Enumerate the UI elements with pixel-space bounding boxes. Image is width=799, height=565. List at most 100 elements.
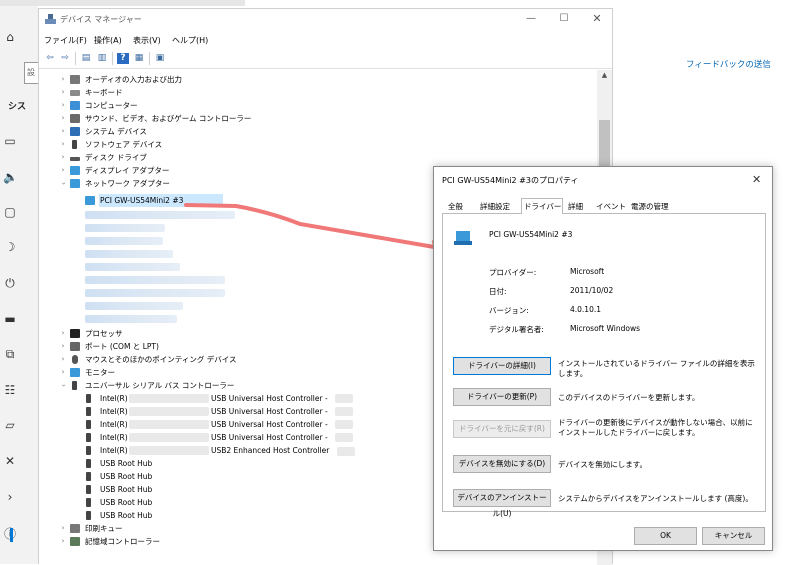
settings-search-input[interactable]: 設 xyxy=(24,62,38,84)
disable-device-desc: デバイスを無効にします。 xyxy=(558,460,648,469)
controller-prefix: Intel(R) xyxy=(100,394,128,403)
tab-driver[interactable]: ドライバー xyxy=(524,201,561,212)
notifications-icon[interactable]: ▢ xyxy=(3,205,17,219)
expand-chevron-icon[interactable]: › xyxy=(59,327,67,340)
back-icon[interactable]: ⇦ xyxy=(44,53,56,64)
update-driver-button[interactable]: ドライバーの更新(P) xyxy=(453,388,551,406)
menu-file[interactable]: ファイル(F) xyxy=(44,35,87,46)
tablet-icon[interactable]: ⧉ xyxy=(3,347,17,361)
tree-item-label: ディスプレイ アダプター xyxy=(85,166,170,175)
properties-dialog: PCI GW-US54Mini2 #3のプロパティ ✕ 全般 詳細設定 ドライバ… xyxy=(433,166,773,551)
network-adapter-icon xyxy=(454,231,472,245)
dialog-close-button[interactable]: ✕ xyxy=(752,173,761,186)
version-value: 4.0.10.1 xyxy=(570,305,602,314)
selected-indicator xyxy=(10,528,13,542)
shared-experiences-icon[interactable]: ✕ xyxy=(3,454,17,468)
blurred-adapter xyxy=(85,211,235,219)
provider-value: Microsoft xyxy=(570,267,605,276)
usb-device-icon xyxy=(86,459,91,468)
expand-chevron-icon[interactable]: › xyxy=(59,164,67,177)
menu-help[interactable]: ヘルプ(H) xyxy=(172,35,208,46)
printer-icon xyxy=(70,524,80,533)
focus-assist-icon[interactable]: ☽ xyxy=(3,240,17,254)
minimize-button[interactable]: — xyxy=(523,11,539,27)
usb-icon xyxy=(72,381,77,390)
usb-device-icon xyxy=(86,511,91,520)
feedback-link[interactable]: フィードバックの送信 xyxy=(686,58,771,70)
ok-button[interactable]: OK xyxy=(634,527,697,545)
storage-icon[interactable]: ▬ xyxy=(3,312,17,326)
menu-action[interactable]: 操作(A) xyxy=(94,35,122,46)
usb-controller-row[interactable]: Intel(R) USB Universal Host Controller - xyxy=(85,392,375,405)
blurred-adapter xyxy=(85,237,163,245)
tab-power[interactable]: 電源の管理 xyxy=(631,201,669,212)
expand-chevron-icon[interactable]: › xyxy=(59,522,67,535)
usb-controller-row[interactable]: Intel(R) USB Universal Host Controller - xyxy=(85,405,375,418)
expand-chevron-icon[interactable]: › xyxy=(59,340,67,353)
scroll-up-icon[interactable]: ▲ xyxy=(599,71,610,82)
computer-icon xyxy=(70,101,80,110)
network-adapter-icon xyxy=(70,179,80,188)
scan-hardware-icon[interactable]: ▣ xyxy=(154,53,166,64)
tab-advanced[interactable]: 詳細設定 xyxy=(480,201,510,212)
driver-details-desc: インストールされているドライバー ファイルの詳細を表示します。 xyxy=(558,359,755,378)
tree-item-label: ポート (COM と LPT) xyxy=(85,342,159,351)
help-icon[interactable]: ? xyxy=(117,53,129,64)
view-icon[interactable]: ▦ xyxy=(133,53,145,64)
close-button[interactable]: ✕ xyxy=(589,11,605,27)
usb-device-icon xyxy=(86,407,91,416)
blurred-model xyxy=(129,407,209,416)
properties-icon[interactable]: ▤ xyxy=(80,53,92,64)
usb-controller-row[interactable]: Intel(R) USB Universal Host Controller - xyxy=(85,418,375,431)
expand-chevron-icon[interactable]: › xyxy=(59,99,67,112)
tab-details[interactable]: 詳細 xyxy=(568,201,583,212)
blurred-adapter xyxy=(85,263,180,271)
usb-controller-row[interactable]: Intel(R) USB Universal Host Controller - xyxy=(85,431,375,444)
expand-chevron-icon[interactable]: › xyxy=(59,353,67,366)
menu-view[interactable]: 表示(V) xyxy=(133,35,161,46)
projecting-icon[interactable]: ▱ xyxy=(3,418,17,432)
expand-chevron-icon[interactable]: › xyxy=(59,151,67,164)
toolbar-separator xyxy=(149,52,150,65)
hub-label: USB Root Hub xyxy=(100,472,153,481)
show-hidden-icon[interactable]: ▥ xyxy=(96,53,108,64)
cancel-button[interactable]: キャンセル xyxy=(702,527,765,545)
expand-chevron-icon[interactable]: › xyxy=(59,112,67,125)
expand-chevron-icon[interactable]: › xyxy=(59,125,67,138)
maximize-button[interactable]: ☐ xyxy=(556,11,572,27)
expand-chevron-icon[interactable]: › xyxy=(59,138,67,151)
tab-events[interactable]: イベント xyxy=(596,201,626,212)
blurred-adapter xyxy=(85,315,177,323)
collapse-chevron-icon[interactable]: › xyxy=(57,180,70,188)
tab-general[interactable]: 全般 xyxy=(448,201,463,212)
expand-chevron-icon[interactable]: › xyxy=(59,535,67,548)
storage-controller-icon xyxy=(70,537,80,546)
date-label: 日付: xyxy=(489,287,507,296)
menu-bar: ファイル(F) 操作(A) 表示(V) ヘルプ(H) xyxy=(39,31,612,49)
multitasking-icon[interactable]: ☷ xyxy=(3,383,17,397)
rollback-driver-button[interactable]: ドライバーを元に戻す(R) xyxy=(453,420,551,438)
window-title: デバイス マネージャー xyxy=(60,15,142,24)
uninstall-device-button[interactable]: デバイスのアンインストール(U) xyxy=(453,489,551,518)
display-icon[interactable]: ▭ xyxy=(3,134,17,148)
disable-device-button[interactable]: デバイスを無効にする(D) xyxy=(453,455,551,473)
usb-controller-row[interactable]: Intel(R) USB2 Enhanced Host Controller xyxy=(85,444,375,457)
controller-prefix: Intel(R) xyxy=(100,407,128,416)
remote-desktop-icon[interactable]: › xyxy=(3,490,17,504)
tree-item-label: コンピューター xyxy=(85,101,138,110)
tab-strip: 全般 詳細設定 ドライバー 詳細 イベント 電源の管理 xyxy=(442,198,766,215)
expand-chevron-icon[interactable]: › xyxy=(59,366,67,379)
controller-prefix: Intel(R) xyxy=(100,433,128,442)
forward-icon[interactable]: ⇨ xyxy=(59,53,71,64)
power-icon[interactable]: ⏻ xyxy=(3,276,17,290)
sound-icon[interactable]: 🔈 xyxy=(3,170,18,184)
tree-item-label: マウスとそのほかのポインティング デバイス xyxy=(85,355,237,364)
driver-details-button[interactable]: ドライバーの詳細(I) xyxy=(453,357,551,375)
home-icon[interactable]: ⌂ xyxy=(3,30,17,44)
blurred-model xyxy=(335,420,353,429)
collapse-chevron-icon[interactable]: › xyxy=(57,382,70,390)
expand-chevron-icon[interactable]: › xyxy=(59,73,67,86)
blurred-model xyxy=(129,420,209,429)
expand-chevron-icon[interactable]: › xyxy=(59,86,67,99)
hub-label: USB Root Hub xyxy=(100,485,153,494)
